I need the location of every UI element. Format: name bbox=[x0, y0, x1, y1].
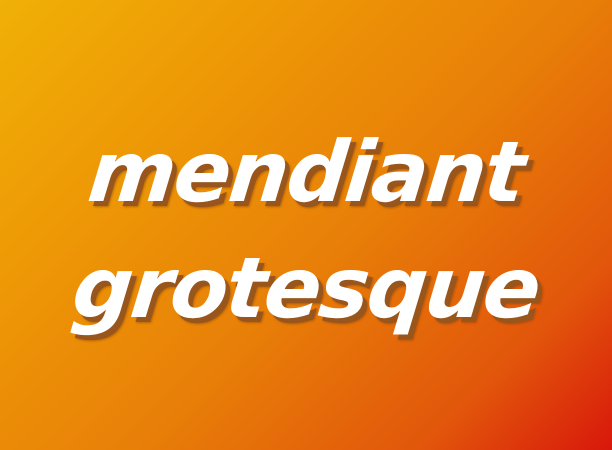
word-art-text: mendiant grotesque bbox=[0, 0, 612, 450]
gradient-canvas: mendiant grotesque bbox=[0, 0, 612, 450]
text-line-1: mendiant bbox=[83, 123, 529, 221]
text-line-2: grotesque bbox=[68, 239, 544, 337]
